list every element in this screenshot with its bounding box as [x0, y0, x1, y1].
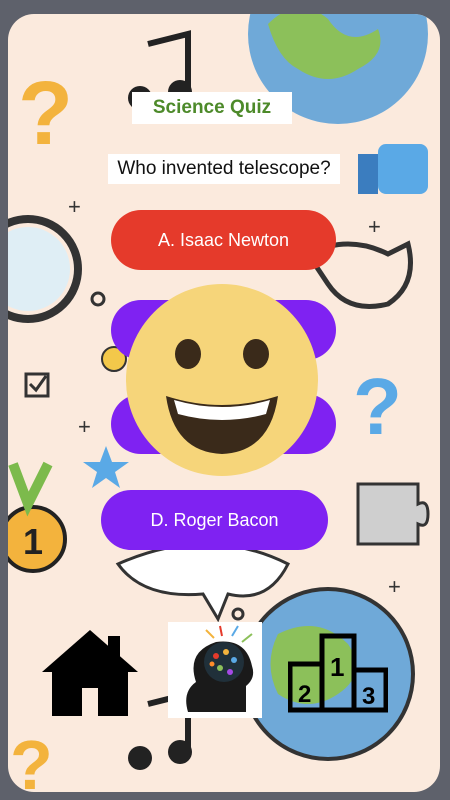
grinning-face-emoji-icon: [126, 284, 318, 476]
podium-third-label: 3: [362, 683, 375, 710]
quiz-screen: ? ? 1 ? + + + + Science Quiz Who invente…: [8, 14, 440, 792]
podium-second-label: 2: [298, 681, 311, 708]
svg-text:1: 1: [23, 521, 43, 562]
svg-text:?: ?: [10, 726, 53, 792]
quiz-title: Science Quiz: [132, 92, 292, 124]
svg-text:?: ?: [18, 64, 73, 164]
svg-text:+: +: [78, 414, 91, 439]
answer-option-a[interactable]: A. Isaac Newton: [111, 210, 336, 270]
podium-icon: 1 2 3: [287, 633, 389, 713]
answer-option-d[interactable]: D. Roger Bacon: [101, 490, 328, 550]
question-text: Who invented telescope?: [108, 154, 340, 184]
home-icon[interactable]: [42, 626, 138, 718]
brain-icon[interactable]: [168, 622, 262, 718]
svg-text:+: +: [68, 194, 81, 219]
podium-first-label: 1: [330, 652, 344, 682]
svg-text:?: ?: [353, 362, 402, 451]
svg-text:+: +: [388, 574, 401, 599]
leaderboard-button[interactable]: 1 2 3: [287, 630, 389, 714]
svg-text:+: +: [368, 214, 381, 239]
